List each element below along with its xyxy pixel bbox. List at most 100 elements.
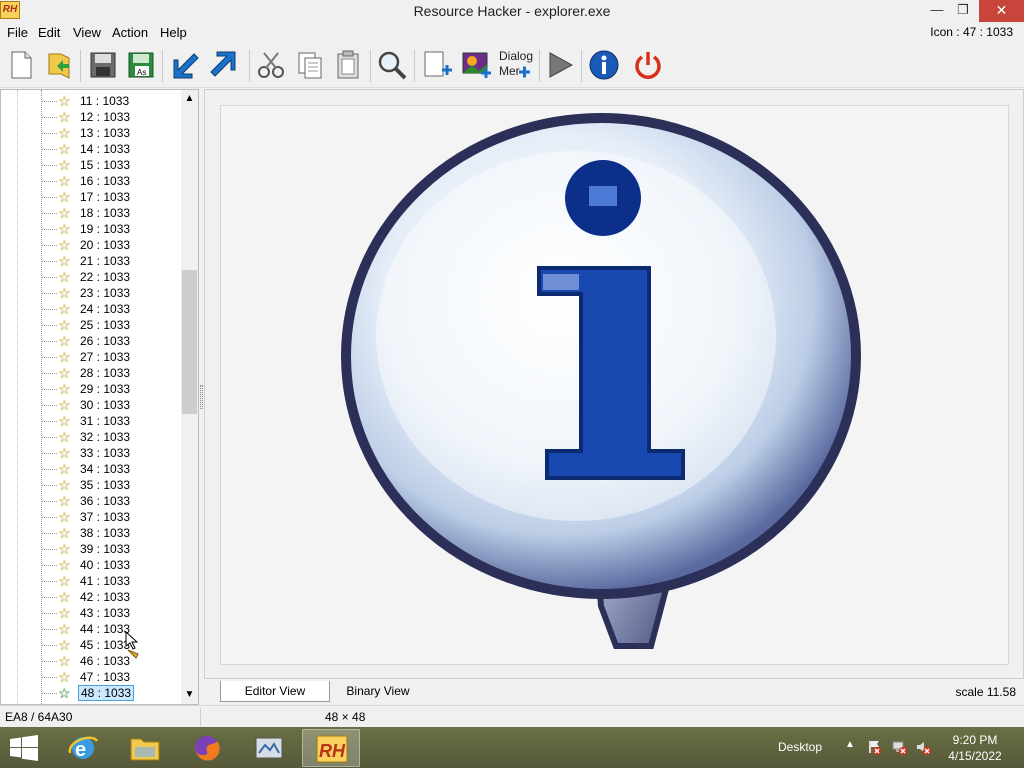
toolbar: As Dialog Mer bbox=[0, 42, 1024, 88]
resource-star-icon: ☆ bbox=[58, 365, 71, 381]
tree-item[interactable]: ☆ 28 : 1033 bbox=[1, 365, 181, 381]
tree-item[interactable]: ☆ 17 : 1033 bbox=[1, 189, 181, 205]
tree-item[interactable]: ☆ 34 : 1033 bbox=[1, 461, 181, 477]
scroll-up-icon[interactable]: ▲ bbox=[181, 91, 198, 107]
tree-item[interactable]: ☆ 42 : 1033 bbox=[1, 589, 181, 605]
add-image-icon[interactable] bbox=[459, 48, 493, 82]
tree-item[interactable]: ☆ 22 : 1033 bbox=[1, 269, 181, 285]
menu-edit[interactable]: Edit bbox=[38, 25, 60, 40]
restore-button[interactable]: ❐ bbox=[948, 0, 978, 22]
tree-item[interactable]: ☆ 13 : 1033 bbox=[1, 125, 181, 141]
menu-action[interactable]: Action bbox=[112, 25, 148, 40]
taskbar-internet-explorer[interactable]: e bbox=[54, 729, 112, 767]
tree-scrollbar[interactable]: ▲ ▼ bbox=[181, 90, 198, 704]
tree-item-label: 29 : 1033 bbox=[80, 382, 131, 396]
tree-item[interactable]: ☆ 29 : 1033 bbox=[1, 381, 181, 397]
exit-icon[interactable] bbox=[631, 48, 665, 82]
tree-item-label: 40 : 1033 bbox=[80, 558, 131, 572]
taskbar-resource-hacker[interactable]: RH bbox=[302, 729, 360, 767]
compile-import-icon[interactable] bbox=[168, 48, 202, 82]
taskbar-file-explorer[interactable] bbox=[116, 729, 174, 767]
tree-item[interactable]: ☆ 23 : 1033 bbox=[1, 285, 181, 301]
tree-item[interactable]: ☆ 15 : 1033 bbox=[1, 157, 181, 173]
open-file-icon[interactable] bbox=[43, 48, 77, 82]
resource-star-icon: ☆ bbox=[58, 621, 71, 637]
tree-item-label: 15 : 1033 bbox=[80, 158, 131, 172]
start-button[interactable] bbox=[8, 735, 40, 761]
menu-file[interactable]: File bbox=[7, 25, 28, 40]
tree-item[interactable]: ☆ 33 : 1033 bbox=[1, 445, 181, 461]
save-as-icon[interactable]: As bbox=[124, 48, 158, 82]
tree-item[interactable]: ☆ 44 : 1033 bbox=[1, 621, 181, 637]
tree-item-label: 38 : 1033 bbox=[80, 526, 131, 540]
show-hidden-icons-icon[interactable]: ▲ bbox=[845, 739, 855, 750]
tab-editor-view[interactable]: Editor View bbox=[220, 681, 330, 702]
internet-explorer-icon: e bbox=[68, 736, 99, 761]
tree-item[interactable]: ☆ 14 : 1033 bbox=[1, 141, 181, 157]
menu-view[interactable]: View bbox=[73, 25, 101, 40]
dialog-merge-icon[interactable]: Dialog Mer bbox=[498, 48, 536, 82]
status-bar: EA8 / 64A30 48 × 48 bbox=[0, 705, 1024, 727]
tree-item[interactable]: ☆ 27 : 1033 bbox=[1, 349, 181, 365]
tree-item[interactable]: ☆ 48 : 1033 bbox=[1, 685, 181, 701]
network-icon[interactable] bbox=[891, 739, 907, 755]
find-icon[interactable] bbox=[375, 48, 409, 82]
desktop-toolbar-label[interactable]: Desktop bbox=[778, 740, 822, 754]
tree-item[interactable]: ☆ 11 : 1033 bbox=[1, 93, 181, 109]
menu-help[interactable]: Help bbox=[160, 25, 187, 40]
tree-item[interactable]: ☆ 32 : 1033 bbox=[1, 429, 181, 445]
tree-item[interactable]: ☆ 38 : 1033 bbox=[1, 525, 181, 541]
volume-icon[interactable] bbox=[915, 739, 931, 755]
info-balloon-icon bbox=[341, 113, 861, 649]
svg-text:Dialog: Dialog bbox=[499, 49, 533, 63]
run-script-icon[interactable] bbox=[543, 48, 577, 82]
tree-item[interactable]: ☆ 41 : 1033 bbox=[1, 573, 181, 589]
resource-star-icon: ☆ bbox=[58, 301, 71, 317]
copy-icon[interactable] bbox=[293, 48, 327, 82]
taskbar-system-tool[interactable] bbox=[240, 729, 298, 767]
tree-item[interactable]: ☆ 26 : 1033 bbox=[1, 333, 181, 349]
new-file-icon[interactable] bbox=[4, 48, 38, 82]
tree-item[interactable]: ☆ 24 : 1033 bbox=[1, 301, 181, 317]
tab-binary-view[interactable]: Binary View bbox=[338, 681, 418, 702]
title-bar: RH Resource Hacker - explorer.exe — ❐ ✕ bbox=[0, 0, 1024, 22]
tree-item[interactable]: ☆ 37 : 1033 bbox=[1, 509, 181, 525]
resource-star-icon: ☆ bbox=[58, 205, 71, 221]
tree-item[interactable]: ☆ 19 : 1033 bbox=[1, 221, 181, 237]
resource-star-icon: ☆ bbox=[58, 525, 71, 541]
resource-star-icon: ☆ bbox=[58, 381, 71, 397]
tree-item[interactable]: ☆ 47 : 1033 bbox=[1, 669, 181, 685]
resource-star-icon: ☆ bbox=[58, 429, 71, 445]
editor-view bbox=[204, 89, 1024, 679]
tree-item[interactable]: ☆ 21 : 1033 bbox=[1, 253, 181, 269]
scroll-down-icon[interactable]: ▼ bbox=[181, 687, 198, 703]
tree-item[interactable]: ☆ 43 : 1033 bbox=[1, 605, 181, 621]
export-icon[interactable] bbox=[207, 48, 241, 82]
save-icon[interactable] bbox=[86, 48, 120, 82]
tree-item[interactable]: ☆ 45 : 1033 bbox=[1, 637, 181, 653]
add-resource-icon[interactable] bbox=[420, 48, 454, 82]
tree-item[interactable]: ☆ 16 : 1033 bbox=[1, 173, 181, 189]
taskbar-firefox[interactable] bbox=[178, 729, 236, 767]
tree-item[interactable]: ☆ 30 : 1033 bbox=[1, 397, 181, 413]
tree-item[interactable]: ☆ 12 : 1033 bbox=[1, 109, 181, 125]
resource-tree[interactable]: ☆ 11 : 1033 ☆ 12 : 1033 ☆ 13 : 1033 ☆ 14 : 1033… bbox=[0, 89, 199, 705]
cut-icon[interactable] bbox=[254, 48, 288, 82]
about-icon[interactable] bbox=[587, 48, 621, 82]
taskbar-clock[interactable]: 9:20 PM 4/15/2022 bbox=[940, 732, 1010, 764]
action-center-icon[interactable] bbox=[866, 739, 882, 755]
tree-item[interactable]: ☆ 31 : 1033 bbox=[1, 413, 181, 429]
scroll-thumb[interactable] bbox=[182, 270, 197, 414]
resource-star-icon: ☆ bbox=[58, 109, 71, 125]
tree-item[interactable]: ☆ 39 : 1033 bbox=[1, 541, 181, 557]
tree-item[interactable]: ☆ 40 : 1033 bbox=[1, 557, 181, 573]
tree-item[interactable]: ☆ 36 : 1033 bbox=[1, 493, 181, 509]
tree-item-label: 11 : 1033 bbox=[80, 94, 130, 108]
close-button[interactable]: ✕ bbox=[979, 0, 1024, 22]
tree-item[interactable]: ☆ 25 : 1033 bbox=[1, 317, 181, 333]
tree-item[interactable]: ☆ 35 : 1033 bbox=[1, 477, 181, 493]
tree-item[interactable]: ☆ 18 : 1033 bbox=[1, 205, 181, 221]
tree-item[interactable]: ☆ 46 : 1033 bbox=[1, 653, 181, 669]
paste-icon[interactable] bbox=[331, 48, 365, 82]
tree-item[interactable]: ☆ 20 : 1033 bbox=[1, 237, 181, 253]
